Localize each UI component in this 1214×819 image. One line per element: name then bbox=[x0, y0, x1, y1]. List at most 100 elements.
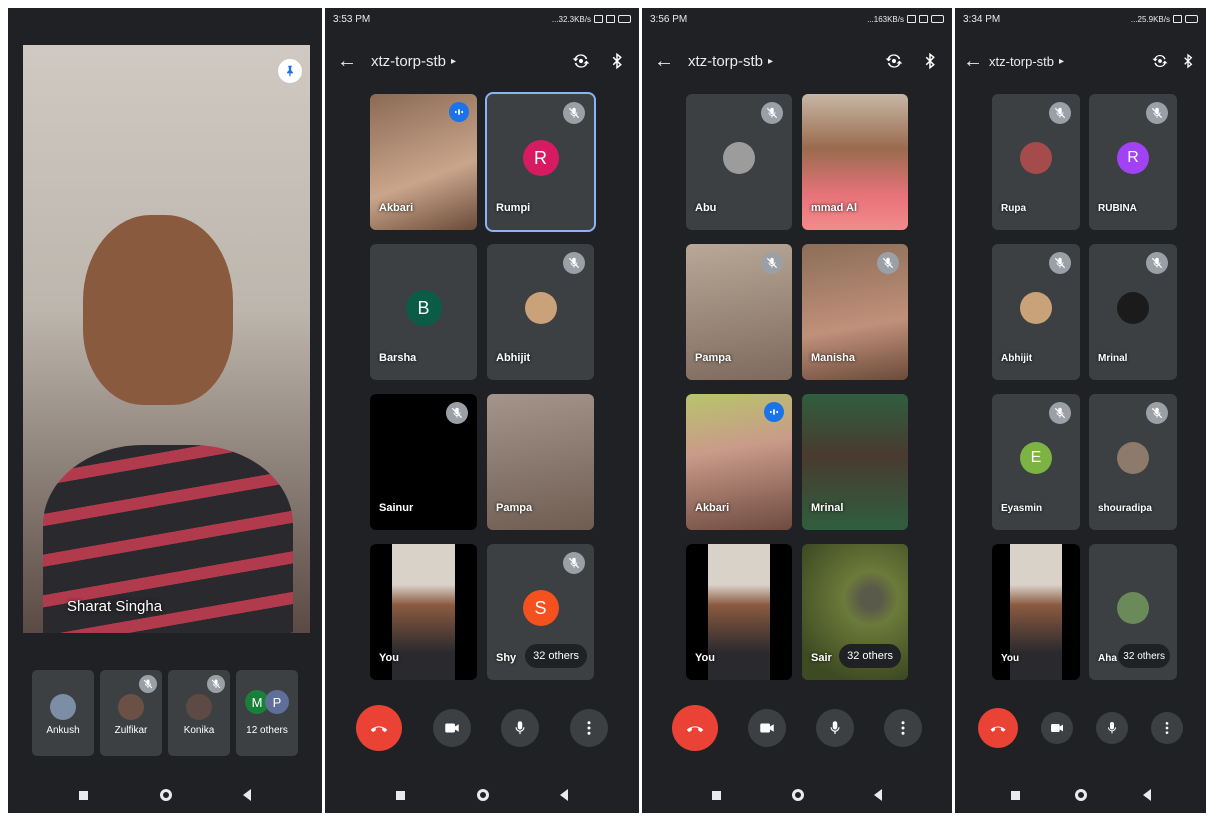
arrow-left-icon[interactable]: ← bbox=[654, 50, 688, 73]
camera-toggle-button[interactable] bbox=[748, 709, 786, 747]
participant-tile[interactable]: Mrinal bbox=[1089, 244, 1177, 380]
avatar bbox=[1020, 292, 1052, 324]
participant-tile[interactable]: shouradipa bbox=[1089, 394, 1177, 530]
participant-tile[interactable]: Zulfikar bbox=[100, 670, 162, 756]
battery-icon bbox=[931, 15, 944, 23]
participant-name: Rupa bbox=[1001, 203, 1026, 214]
mic-toggle-button[interactable] bbox=[816, 709, 854, 747]
others-count-badge[interactable]: 32 others bbox=[1118, 644, 1170, 668]
switch-camera-icon[interactable] bbox=[1150, 51, 1170, 71]
participant-tile[interactable]: S Shy 32 others bbox=[487, 544, 594, 680]
participant-tile[interactable]: Akbari bbox=[686, 394, 792, 530]
participant-tile[interactable]: R Rumpi bbox=[485, 92, 596, 232]
more-options-button[interactable] bbox=[884, 709, 922, 747]
back-nav-button[interactable] bbox=[242, 789, 251, 801]
meeting-code[interactable]: xtz-torp-stb bbox=[688, 53, 763, 70]
recents-button[interactable] bbox=[712, 790, 722, 800]
mic-icon bbox=[1104, 720, 1120, 736]
switch-camera-icon[interactable] bbox=[571, 51, 591, 71]
home-button[interactable] bbox=[1075, 789, 1087, 801]
avatar bbox=[1117, 442, 1149, 474]
self-view-tile[interactable]: You bbox=[992, 544, 1080, 680]
person-silhouette bbox=[83, 215, 233, 405]
signal-icon bbox=[606, 15, 615, 23]
mic-off-icon bbox=[563, 102, 585, 124]
status-bar: 3:34 PM ...25.9KB/s bbox=[955, 8, 1206, 30]
participant-tile[interactable]: Konika bbox=[168, 670, 230, 756]
recents-button[interactable] bbox=[1010, 790, 1020, 800]
participant-tile[interactable]: Pampa bbox=[487, 394, 594, 530]
recents-button[interactable] bbox=[79, 790, 89, 800]
camera-toggle-button[interactable] bbox=[1041, 712, 1073, 744]
recents-button[interactable] bbox=[396, 790, 406, 800]
camera-toggle-button[interactable] bbox=[432, 709, 471, 747]
participant-name: Eyasmin bbox=[1001, 503, 1043, 514]
mic-off-icon bbox=[1049, 402, 1071, 424]
mic-toggle-button[interactable] bbox=[501, 709, 540, 747]
mic-icon bbox=[511, 719, 529, 737]
speaking-indicator-icon bbox=[764, 402, 784, 422]
battery-icon bbox=[1185, 15, 1198, 23]
switch-camera-icon[interactable] bbox=[884, 51, 904, 71]
participant-tile[interactable]: Mrinal bbox=[802, 394, 908, 530]
back-nav-button[interactable] bbox=[873, 789, 882, 801]
self-view-tile[interactable]: You bbox=[686, 544, 792, 680]
mic-off-icon bbox=[1049, 102, 1071, 124]
avatar-initial: R bbox=[1117, 142, 1149, 174]
bluetooth-icon[interactable] bbox=[1178, 51, 1198, 71]
participant-tile[interactable]: mmad Al bbox=[802, 94, 908, 230]
avatar bbox=[1117, 292, 1149, 324]
participant-name: You bbox=[695, 652, 715, 664]
end-call-button[interactable] bbox=[978, 708, 1018, 748]
home-button[interactable] bbox=[476, 789, 489, 801]
home-button[interactable] bbox=[159, 789, 172, 801]
back-nav-button[interactable] bbox=[1142, 789, 1151, 801]
participant-tile[interactable]: E Eyasmin bbox=[992, 394, 1080, 530]
bluetooth-icon[interactable] bbox=[920, 51, 940, 71]
meeting-code[interactable]: xtz-torp-stb bbox=[371, 53, 446, 70]
home-button[interactable] bbox=[791, 789, 804, 801]
participant-tile[interactable]: Akbari bbox=[370, 94, 477, 230]
end-call-button[interactable] bbox=[355, 705, 402, 751]
self-view-tile[interactable]: You bbox=[370, 544, 477, 680]
participant-tile[interactable]: Aha 32 others bbox=[1089, 544, 1177, 680]
mic-toggle-button[interactable] bbox=[1096, 712, 1128, 744]
participant-tile[interactable]: Abhijit bbox=[487, 244, 594, 380]
participant-name: Pampa bbox=[695, 352, 732, 364]
participant-tile[interactable]: Abu bbox=[686, 94, 792, 230]
arrow-left-icon[interactable]: ← bbox=[337, 50, 371, 73]
participant-tile[interactable]: Sair 32 others bbox=[802, 544, 908, 680]
meeting-code[interactable]: xtz-torp-stb bbox=[989, 54, 1054, 69]
arrow-left-icon[interactable]: ← bbox=[963, 50, 989, 73]
others-count-badge[interactable]: 32 others bbox=[525, 644, 587, 668]
more-options-button[interactable] bbox=[1151, 712, 1183, 744]
back-nav-button[interactable] bbox=[559, 789, 568, 801]
main-speaker-video[interactable]: Sharat Singha bbox=[23, 45, 310, 633]
participant-name: You bbox=[379, 652, 399, 664]
bluetooth-icon[interactable] bbox=[607, 51, 627, 71]
more-vert-icon bbox=[1159, 720, 1175, 736]
participant-tile[interactable]: Ankush bbox=[32, 670, 94, 756]
others-count: 12 others bbox=[246, 725, 288, 736]
participant-tile[interactable]: R RUBINA bbox=[1089, 94, 1177, 230]
participant-tile[interactable]: Manisha bbox=[802, 244, 908, 380]
chevron-right-icon[interactable]: ▸ bbox=[451, 56, 456, 67]
more-options-button[interactable] bbox=[570, 709, 609, 747]
video-placeholder bbox=[392, 544, 455, 680]
avatar-initial: S bbox=[522, 590, 559, 626]
participant-tile[interactable]: B Barsha bbox=[370, 244, 477, 380]
avatar-initial: B bbox=[405, 290, 442, 326]
participant-tile[interactable]: Abhijit bbox=[992, 244, 1080, 380]
chevron-right-icon[interactable]: ▸ bbox=[768, 56, 773, 67]
others-count-badge[interactable]: 32 others bbox=[839, 644, 901, 668]
participant-name: Ankush bbox=[46, 725, 80, 736]
participant-tile[interactable]: Rupa bbox=[992, 94, 1080, 230]
end-call-button[interactable] bbox=[672, 705, 718, 751]
participant-tile[interactable]: Pampa bbox=[686, 244, 792, 380]
android-nav-bar bbox=[955, 777, 1206, 813]
mic-off-icon bbox=[563, 252, 585, 274]
chevron-right-icon[interactable]: ▸ bbox=[1059, 56, 1064, 67]
others-tile[interactable]: M P 12 others bbox=[236, 670, 298, 756]
participant-tile[interactable]: Sainur bbox=[370, 394, 477, 530]
pin-button[interactable] bbox=[278, 59, 302, 83]
